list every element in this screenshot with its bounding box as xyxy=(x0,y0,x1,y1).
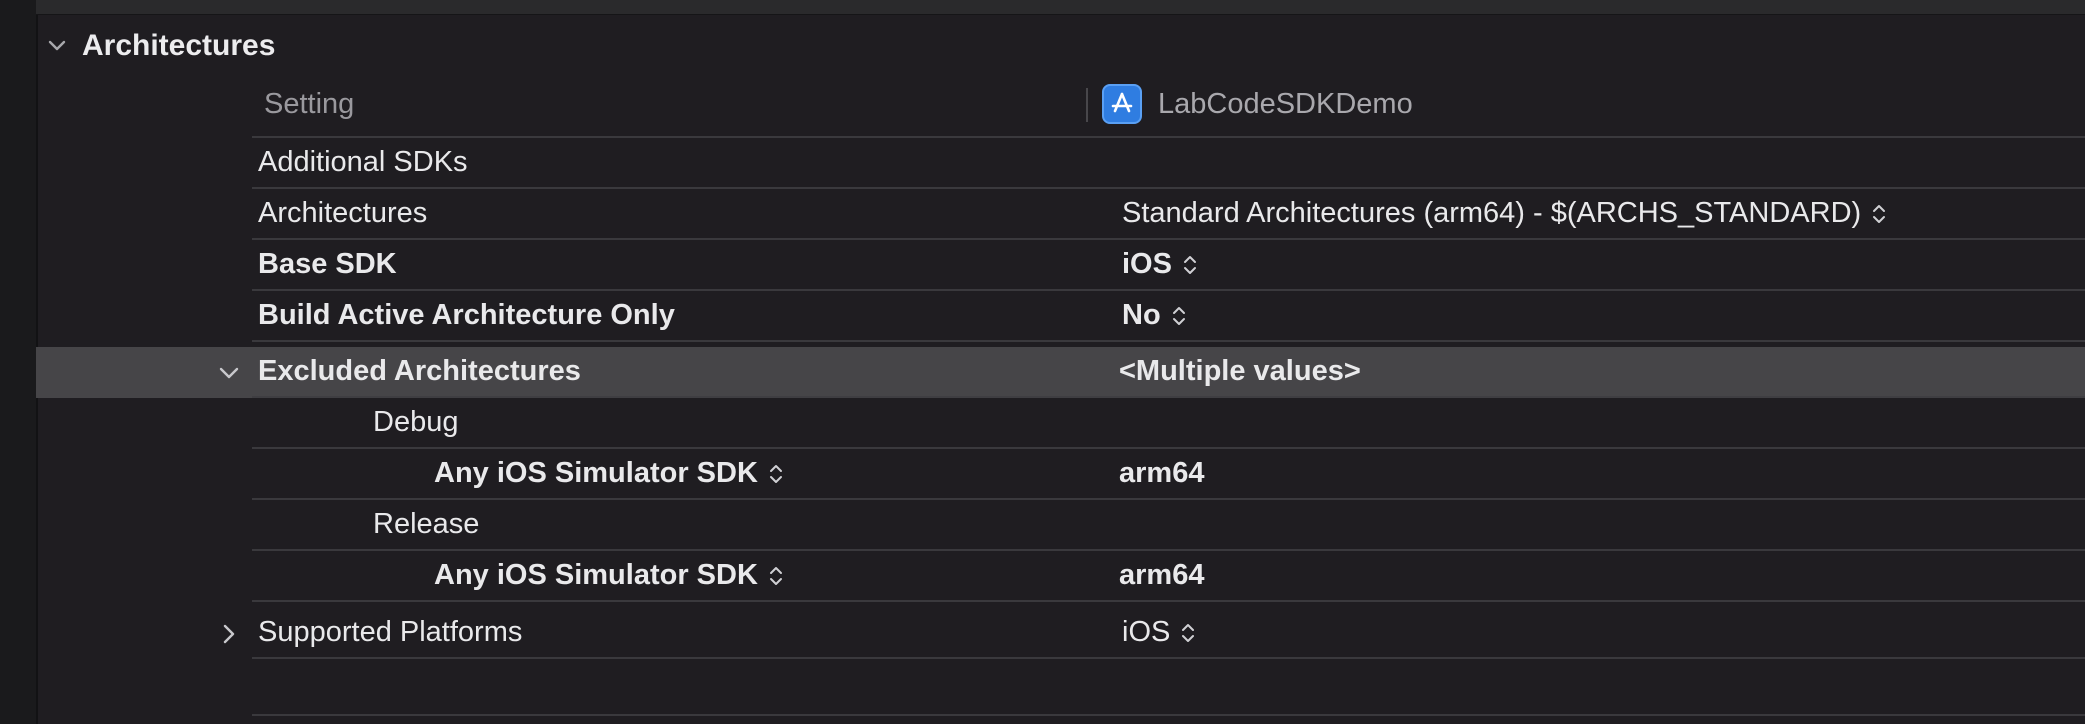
up-down-stepper-icon[interactable] xyxy=(768,461,784,487)
up-down-stepper-icon[interactable] xyxy=(1182,252,1198,278)
column-header-row: Setting LabCodeSDKDemo xyxy=(252,72,2085,138)
sdk-condition-popup[interactable]: Any iOS Simulator SDK xyxy=(434,449,784,498)
app-store-icon xyxy=(1102,84,1142,124)
row-debug-simulator-sdk[interactable]: Any iOS Simulator SDK arm64 xyxy=(252,449,2085,500)
setting-label: Architectures xyxy=(258,197,428,229)
setting-value[interactable]: arm64 xyxy=(1119,449,1204,498)
setting-label: Base SDK xyxy=(258,248,397,280)
left-rail xyxy=(0,0,38,724)
setting-value-placeholder[interactable]: <Multiple values> xyxy=(1119,347,1361,396)
architectures-value-popup[interactable]: Standard Architectures (arm64) - $(ARCHS… xyxy=(1122,189,1887,238)
setting-label: Build Active Architecture Only xyxy=(258,299,675,331)
chevron-down-icon[interactable] xyxy=(46,35,68,57)
row-supported-platforms[interactable]: Supported Platforms iOS xyxy=(252,608,2085,659)
row-release[interactable]: Release xyxy=(252,500,2085,551)
supported-platforms-value-popup[interactable]: iOS xyxy=(1122,608,1196,657)
row-additional-sdks[interactable]: Additional SDKs xyxy=(252,138,2085,189)
target-name: LabCodeSDKDemo xyxy=(1158,87,1413,120)
chevron-right-icon[interactable] xyxy=(216,621,242,647)
setting-value[interactable]: arm64 xyxy=(1119,551,1204,600)
up-down-stepper-icon[interactable] xyxy=(1171,303,1187,329)
row-build-active-architecture-only[interactable]: Build Active Architecture Only No xyxy=(252,291,2085,342)
setting-value: iOS xyxy=(1122,248,1172,280)
setting-label: Additional SDKs xyxy=(258,146,468,178)
base-sdk-value-popup[interactable]: iOS xyxy=(1122,240,1198,289)
setting-label: Excluded Architectures xyxy=(258,355,581,387)
column-divider xyxy=(1086,88,1088,122)
bottom-divider xyxy=(252,714,2085,716)
configuration-label: Debug xyxy=(373,406,459,438)
section-header-architectures[interactable]: Architectures xyxy=(36,22,2085,70)
setting-label: Any iOS Simulator SDK xyxy=(434,559,758,591)
row-base-sdk[interactable]: Base SDK iOS xyxy=(252,240,2085,291)
up-down-stepper-icon[interactable] xyxy=(768,563,784,589)
setting-value: iOS xyxy=(1122,616,1171,648)
sdk-condition-popup[interactable]: Any iOS Simulator SDK xyxy=(434,551,784,600)
setting-label: Supported Platforms xyxy=(258,616,523,648)
top-bar xyxy=(36,0,2085,15)
chevron-down-icon[interactable] xyxy=(216,360,242,386)
row-debug[interactable]: Debug xyxy=(252,398,2085,449)
setting-label: Any iOS Simulator SDK xyxy=(434,457,758,489)
setting-value: Standard Architectures (arm64) - $(ARCHS… xyxy=(1122,197,1862,229)
up-down-stepper-icon[interactable] xyxy=(1871,201,1887,227)
up-down-stepper-icon[interactable] xyxy=(1180,620,1196,646)
section-title: Architectures xyxy=(82,29,276,62)
build-settings-panel: Architectures Setting LabCodeSDKDemo Add… xyxy=(0,0,2085,724)
row-release-simulator-sdk[interactable]: Any iOS Simulator SDK arm64 xyxy=(252,551,2085,602)
setting-value: No xyxy=(1122,299,1161,331)
row-excluded-architectures[interactable]: Excluded Architectures <Multiple values> xyxy=(252,347,2085,398)
build-active-arch-value-popup[interactable]: No xyxy=(1122,291,1187,340)
row-architectures[interactable]: Architectures Standard Architectures (ar… xyxy=(252,189,2085,240)
setting-column-label: Setting xyxy=(264,87,355,120)
configuration-label: Release xyxy=(373,508,480,540)
target-column-header[interactable]: LabCodeSDKDemo xyxy=(1102,72,1413,136)
